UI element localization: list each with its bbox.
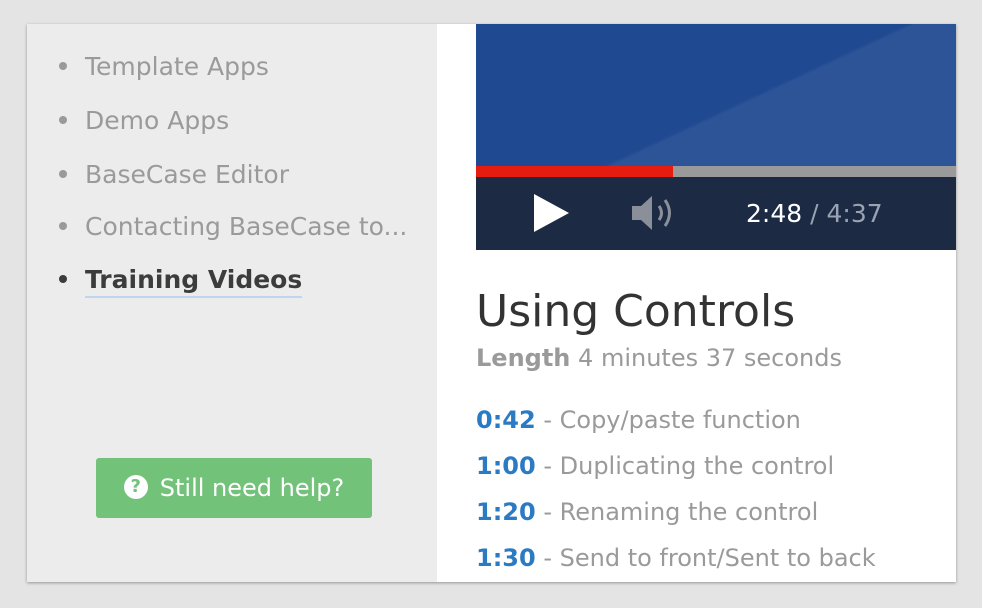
total-time: 4:37	[826, 199, 883, 228]
bullet-icon	[59, 275, 67, 283]
question-circle-icon: ?	[123, 475, 148, 499]
bullet-icon	[59, 222, 67, 230]
chapter-item[interactable]: 0:42 - Copy/paste function	[476, 406, 801, 434]
bullet-icon	[59, 116, 67, 124]
chapter-timestamp-link[interactable]: 1:30	[476, 544, 536, 572]
chapter-description: - Copy/paste function	[543, 406, 801, 434]
play-icon[interactable]	[534, 194, 569, 232]
still-need-help-button[interactable]: ? Still need help?	[96, 458, 372, 518]
chapter-description: - Renaming the control	[543, 498, 819, 526]
sidebar-item-label: Template Apps	[85, 52, 269, 81]
video-title: Using Controls	[476, 286, 796, 337]
chapter-item[interactable]: 1:20 - Renaming the control	[476, 498, 818, 526]
bullet-icon	[59, 170, 67, 178]
video-progress-bar[interactable]	[476, 166, 956, 177]
sidebar-item-contacting-basecase[interactable]: Contacting BaseCase to...	[59, 210, 407, 246]
sidebar-item-label: BaseCase Editor	[85, 160, 289, 189]
length-value: 4 minutes 37 seconds	[578, 344, 842, 372]
chapter-description: - Send to front/Sent to back	[543, 544, 876, 572]
chapter-item[interactable]: 1:30 - Send to front/Sent to back	[476, 544, 876, 572]
sidebar-item-label: Training Videos	[85, 265, 303, 298]
volume-icon[interactable]	[630, 193, 680, 233]
help-panel: Template Apps Demo Apps BaseCase Editor …	[27, 24, 956, 582]
chapter-item[interactable]: 1:00 - Duplicating the control	[476, 452, 834, 480]
video-frame	[476, 24, 956, 166]
chapter-timestamp-link[interactable]: 1:00	[476, 452, 536, 480]
time-separator: /	[810, 199, 819, 228]
sidebar: Template Apps Demo Apps BaseCase Editor …	[27, 24, 437, 582]
video-progress-fill	[476, 166, 673, 177]
help-button-label: Still need help?	[159, 474, 345, 502]
video-length: Length 4 minutes 37 seconds	[476, 344, 842, 372]
chapter-timestamp-link[interactable]: 1:20	[476, 498, 536, 526]
length-label: Length	[476, 344, 571, 372]
video-controls: 2:48 / 4:37	[476, 177, 956, 250]
sidebar-item-training-videos[interactable]: Training Videos	[59, 263, 303, 299]
video-time: 2:48 / 4:37	[746, 177, 883, 250]
video-player[interactable]: 2:48 / 4:37	[476, 24, 956, 250]
sidebar-item-basecase-editor[interactable]: BaseCase Editor	[59, 158, 289, 194]
bullet-icon	[59, 62, 67, 70]
chapter-timestamp-link[interactable]: 0:42	[476, 406, 536, 434]
current-time: 2:48	[746, 199, 803, 228]
main-content: 2:48 / 4:37 Using Controls Length 4 minu…	[437, 24, 956, 582]
sidebar-item-label: Contacting BaseCase to...	[85, 212, 408, 241]
sidebar-item-label: Demo Apps	[85, 106, 230, 135]
chapter-description: - Duplicating the control	[543, 452, 835, 480]
sidebar-item-template-apps[interactable]: Template Apps	[59, 50, 269, 86]
sidebar-item-demo-apps[interactable]: Demo Apps	[59, 104, 229, 140]
